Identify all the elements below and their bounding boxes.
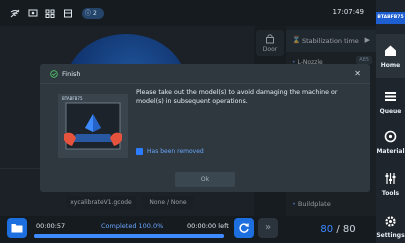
buildplate-current-temp: 80 — [320, 224, 334, 235]
progress-fill — [34, 234, 224, 238]
clock: 17:07:49 — [332, 8, 364, 16]
double-chevron-right-icon: » — [264, 222, 272, 233]
dialog-title: Finish — [62, 70, 81, 78]
notification-badge[interactable]: ⓘ 2 — [82, 8, 104, 19]
nav-settings[interactable]: Settings — [376, 208, 405, 243]
nav-home[interactable]: Home — [376, 34, 405, 78]
notification-count: 2 — [92, 10, 97, 17]
remaining-time: 00:00:00 left — [187, 222, 229, 230]
buildplate-temperature[interactable]: 80 / 80 — [300, 216, 376, 243]
elapsed-time: 00:00:57 — [36, 222, 66, 230]
nav-settings-label: Settings — [376, 232, 405, 239]
nav-home-label: Home — [380, 62, 401, 69]
skip-button[interactable]: » — [258, 218, 278, 238]
completed-percent: Completed 100.0% — [101, 222, 164, 230]
printer-icon — [64, 9, 72, 18]
brand-logo: BTABFB75 — [376, 12, 405, 24]
nav-material[interactable]: Material — [376, 120, 405, 164]
folder-button[interactable] — [7, 218, 27, 238]
ok-button[interactable]: Ok — [175, 172, 235, 187]
gear-icon — [385, 216, 396, 227]
removed-checkbox[interactable] — [136, 148, 143, 155]
home-icon — [385, 45, 396, 56]
printer-screen: ⓘ 2 17:07:49 Door ⌛ Stabilization time ▶… — [0, 0, 405, 243]
folder-icon — [11, 224, 23, 233]
queue-icon — [385, 92, 396, 101]
removed-checkbox-label[interactable]: Has been removed — [147, 148, 204, 155]
tools-icon — [385, 173, 396, 184]
refresh-icon — [239, 223, 249, 233]
nav-material-label: Material — [376, 148, 405, 155]
nav-tools[interactable]: Tools — [376, 162, 405, 206]
printer-illustration — [64, 102, 122, 150]
progress-bar — [34, 234, 224, 238]
status-bar: ⓘ 2 17:07:49 — [0, 0, 376, 26]
info-icon: ⓘ — [85, 10, 92, 17]
spool-icon — [384, 130, 397, 143]
buildplate-target-temp: 80 — [342, 224, 356, 235]
close-button[interactable]: ✕ — [354, 69, 361, 78]
check-circle-icon — [50, 70, 58, 78]
main-sidebar: BTABFB75 Home Queue Material Tools Setti… — [376, 0, 405, 243]
finish-dialog: Finish ✕ BTABFB75 Please take out the mo… — [40, 64, 370, 192]
nav-queue[interactable]: Queue — [376, 80, 405, 124]
nav-tools-label: Tools — [381, 190, 400, 197]
remove-model-illustration: BTABFB75 — [58, 94, 128, 158]
dialog-message: Please take out the model(s) to avoid da… — [136, 89, 338, 105]
screen-icon — [28, 9, 38, 17]
nav-queue-label: Queue — [379, 108, 402, 115]
dialog-header: Finish ✕ — [40, 64, 370, 84]
reprint-button[interactable] — [234, 218, 254, 238]
wifi-off-icon — [10, 9, 20, 18]
grid-icon — [45, 9, 55, 18]
close-icon: ✕ — [354, 69, 361, 78]
